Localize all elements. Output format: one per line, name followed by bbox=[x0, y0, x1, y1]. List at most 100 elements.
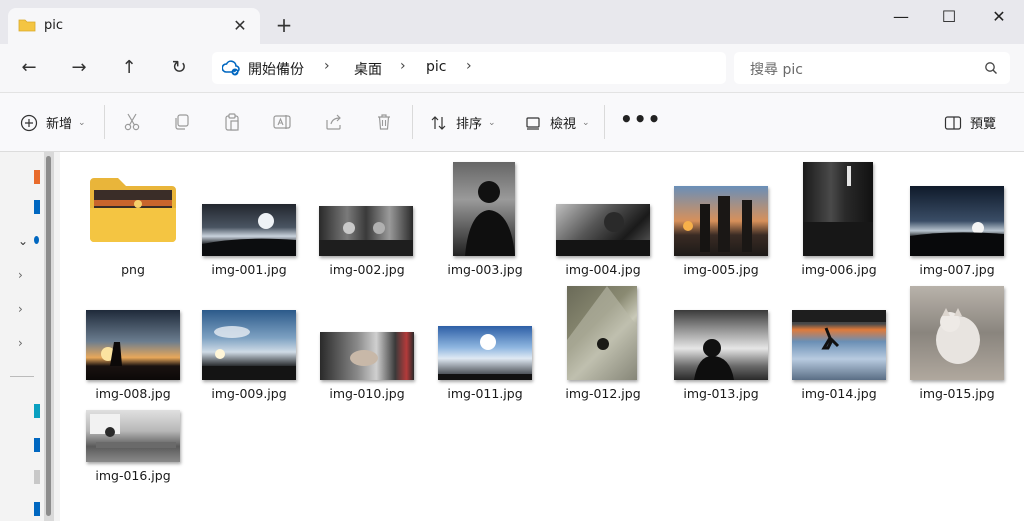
file-name: img-015.jpg bbox=[919, 386, 995, 401]
file-name: img-001.jpg bbox=[211, 262, 287, 277]
view-button[interactable]: 檢視 ⌄ bbox=[524, 113, 590, 132]
file-name: img-005.jpg bbox=[683, 262, 759, 277]
plus-circle-icon bbox=[20, 114, 38, 131]
folder-icon bbox=[88, 174, 178, 244]
separator bbox=[604, 105, 605, 139]
file-name: img-013.jpg bbox=[683, 386, 759, 401]
tab-title: pic bbox=[44, 18, 64, 33]
file-name: img-010.jpg bbox=[329, 386, 405, 401]
chevron-right-icon[interactable]: › bbox=[18, 302, 23, 316]
navigation-pane: ⌄ › › › bbox=[0, 152, 60, 521]
cut-icon[interactable] bbox=[122, 112, 142, 132]
title-bar: pic ✕ + — ☐ ✕ bbox=[0, 0, 1024, 44]
chevron-down-icon: ⌄ bbox=[78, 117, 86, 128]
image-thumbnail bbox=[803, 162, 873, 256]
breadcrumb-separator[interactable]: › bbox=[324, 58, 330, 74]
image-thumbnail bbox=[674, 310, 768, 380]
nav-divider bbox=[10, 376, 34, 377]
nav-pane-icon[interactable] bbox=[34, 170, 40, 184]
image-thumbnail bbox=[202, 310, 296, 380]
view-label: 檢視 bbox=[550, 117, 577, 132]
up-button[interactable]: ↑ bbox=[116, 56, 142, 82]
file-name: img-016.jpg bbox=[95, 468, 171, 483]
scrollbar-thumb[interactable] bbox=[46, 156, 51, 516]
preview-label: 預覽 bbox=[970, 117, 997, 132]
chevron-right-icon[interactable]: › bbox=[18, 268, 23, 282]
paste-icon[interactable] bbox=[222, 112, 242, 132]
nav-pane-icon[interactable] bbox=[34, 236, 39, 244]
nav-pane-icon[interactable] bbox=[34, 404, 40, 418]
chevron-right-icon[interactable]: › bbox=[18, 336, 23, 350]
file-name: img-003.jpg bbox=[447, 262, 523, 277]
breadcrumb-desktop[interactable]: 桌面 bbox=[354, 59, 382, 79]
image-thumbnail bbox=[910, 186, 1004, 256]
file-name: img-006.jpg bbox=[801, 262, 877, 277]
file-name: png bbox=[121, 262, 145, 277]
more-options-button[interactable]: ••• bbox=[620, 107, 661, 131]
address-bar[interactable]: 開始備份 › 桌面 › pic › bbox=[212, 52, 726, 84]
image-thumbnail bbox=[202, 204, 296, 256]
close-window-button[interactable]: ✕ bbox=[984, 6, 1014, 30]
file-name: img-011.jpg bbox=[447, 386, 523, 401]
delete-icon[interactable] bbox=[374, 112, 394, 132]
new-tab-button[interactable]: + bbox=[272, 14, 296, 38]
sort-icon bbox=[431, 115, 446, 130]
file-name: img-012.jpg bbox=[565, 386, 641, 401]
nav-pane-icon[interactable] bbox=[34, 200, 40, 214]
image-thumbnail bbox=[567, 286, 637, 380]
refresh-button[interactable]: ↻ bbox=[166, 56, 192, 82]
image-thumbnail bbox=[86, 410, 180, 462]
rename-icon[interactable] bbox=[272, 112, 292, 132]
share-icon[interactable] bbox=[324, 112, 344, 132]
image-thumbnail bbox=[319, 206, 413, 256]
file-list: png img-001.jpg img-002.jpg img-003.jpg … bbox=[60, 152, 1024, 521]
copy-icon[interactable] bbox=[172, 112, 192, 132]
file-name: img-007.jpg bbox=[919, 262, 995, 277]
chevron-down-icon: ⌄ bbox=[582, 117, 590, 128]
image-thumbnail bbox=[438, 326, 532, 380]
separator bbox=[412, 105, 413, 139]
breadcrumb-separator[interactable]: › bbox=[400, 58, 406, 74]
folder-icon bbox=[18, 18, 36, 36]
file-name: img-008.jpg bbox=[95, 386, 171, 401]
preview-pane-icon bbox=[944, 115, 962, 130]
image-thumbnail bbox=[320, 332, 414, 380]
breadcrumb-separator[interactable]: › bbox=[466, 58, 472, 74]
breadcrumb-pic[interactable]: pic bbox=[426, 59, 446, 75]
chevron-down-icon[interactable]: ⌄ bbox=[18, 234, 28, 248]
back-button[interactable]: ← bbox=[16, 56, 42, 82]
command-bar: 新增 ⌄ 排序 ⌄ 檢視 ⌄ ••• 預覽 bbox=[0, 92, 1024, 152]
forward-button[interactable]: → bbox=[66, 56, 92, 82]
chevron-down-icon: ⌄ bbox=[488, 117, 496, 128]
search-input[interactable]: 搜尋 pic bbox=[750, 59, 803, 79]
sort-label: 排序 bbox=[456, 117, 483, 132]
image-thumbnail bbox=[792, 310, 886, 380]
file-name: img-014.jpg bbox=[801, 386, 877, 401]
new-label: 新增 bbox=[46, 117, 73, 132]
image-thumbnail bbox=[453, 162, 515, 256]
search-icon bbox=[984, 61, 998, 79]
file-name: img-009.jpg bbox=[211, 386, 287, 401]
close-tab-icon[interactable]: ✕ bbox=[230, 16, 250, 36]
image-thumbnail bbox=[674, 186, 768, 256]
file-name: img-002.jpg bbox=[329, 262, 405, 277]
view-icon bbox=[526, 116, 540, 130]
maximize-button[interactable]: ☐ bbox=[934, 6, 964, 30]
minimize-button[interactable]: — bbox=[886, 6, 916, 30]
new-button[interactable]: 新增 ⌄ bbox=[20, 113, 86, 132]
file-name: img-004.jpg bbox=[565, 262, 641, 277]
image-thumbnail bbox=[86, 310, 180, 380]
nav-pane-icon[interactable] bbox=[34, 502, 40, 516]
preview-button[interactable]: 預覽 bbox=[944, 113, 996, 132]
cloud-backup-icon bbox=[221, 59, 240, 81]
breadcrumb-backup[interactable]: 開始備份 bbox=[248, 59, 304, 79]
nav-pane-icon[interactable] bbox=[34, 438, 40, 452]
tab-pic[interactable]: pic ✕ bbox=[8, 8, 260, 44]
nav-pane-icon[interactable] bbox=[34, 470, 40, 484]
sort-button[interactable]: 排序 ⌄ bbox=[430, 113, 496, 132]
navigation-bar: ← → ↑ ↻ 開始備份 › 桌面 › pic › 搜尋 pic bbox=[0, 44, 1024, 92]
separator bbox=[104, 105, 105, 139]
image-thumbnail bbox=[556, 204, 650, 256]
image-thumbnail bbox=[910, 286, 1004, 380]
search-box[interactable]: 搜尋 pic bbox=[734, 52, 1010, 84]
